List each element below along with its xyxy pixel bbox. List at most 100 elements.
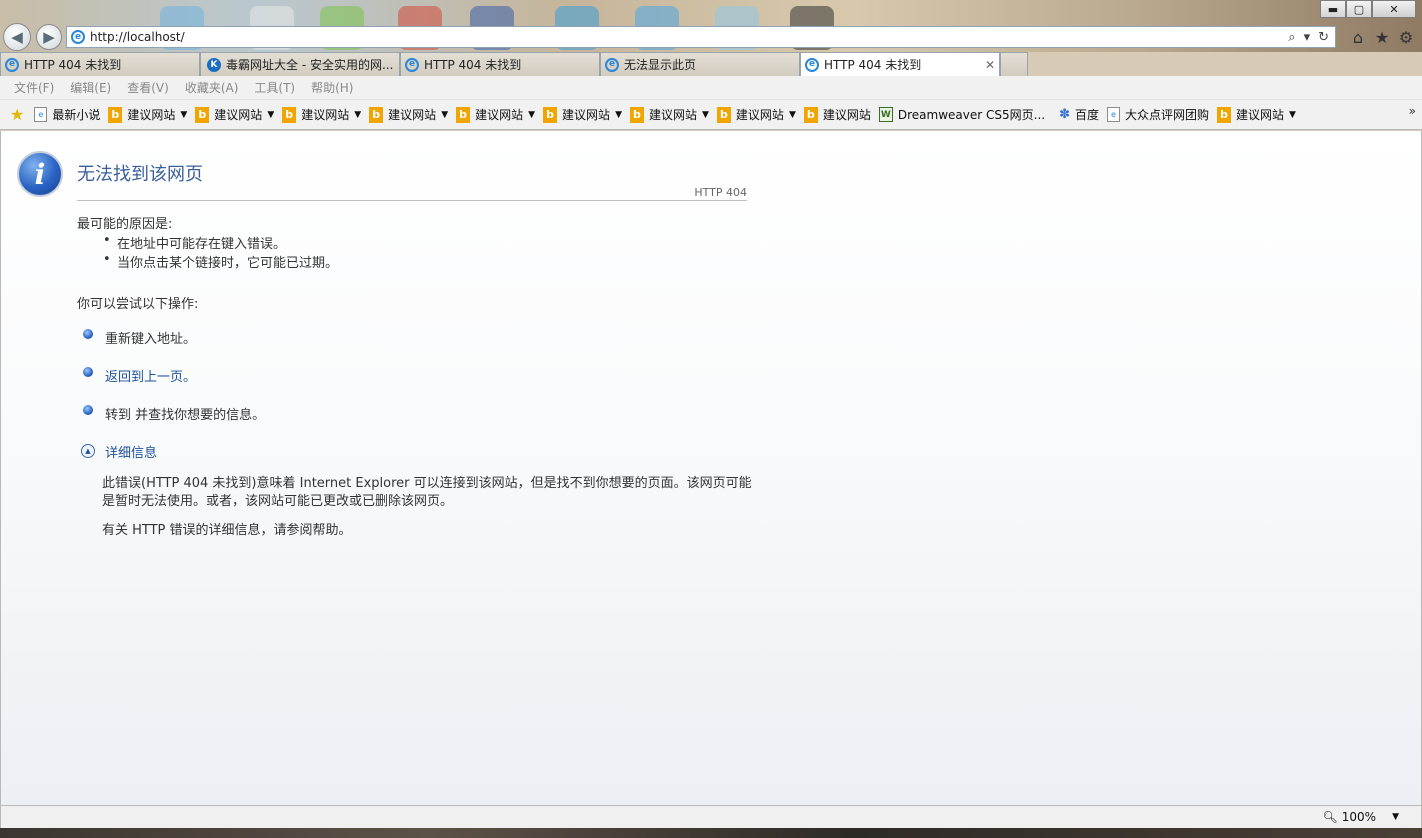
favorite-label: 建议网站 bbox=[214, 108, 263, 122]
tab-item[interactable]: e HTTP 404 未找到 bbox=[400, 52, 600, 76]
tab-label: HTTP 404 未找到 bbox=[424, 58, 522, 72]
favorite-label: 建议网站 bbox=[475, 108, 524, 122]
info-icon: i bbox=[17, 151, 63, 197]
add-favorite-star-icon[interactable]: ★ bbox=[10, 105, 24, 124]
collapse-details-icon[interactable]: ▲ bbox=[81, 444, 95, 458]
favorite-label: 建议网站 bbox=[301, 108, 350, 122]
zoom-control[interactable]: 🔍︎ 100% ▼ bbox=[1323, 810, 1399, 824]
arrow-left-icon: ◀ bbox=[11, 28, 23, 46]
bing-icon: b bbox=[1217, 106, 1232, 123]
menu-file[interactable]: 文件(F) bbox=[14, 79, 54, 96]
cause-item: 在地址中可能存在键入错误。 bbox=[117, 237, 287, 252]
chevron-down-icon[interactable]: ▾ bbox=[1304, 30, 1311, 45]
tab-item-active[interactable]: e HTTP 404 未找到 ✕ bbox=[800, 52, 1000, 76]
favorite-item[interactable]: ✽ 百度 bbox=[1059, 106, 1099, 123]
browser-tools: ⌂ ★ ⚙ bbox=[1350, 28, 1414, 47]
star-icon[interactable]: ★ bbox=[1374, 28, 1390, 47]
bullet-dot-icon bbox=[83, 329, 93, 339]
details-toggle-link[interactable]: 详细信息 bbox=[105, 442, 157, 461]
menu-help[interactable]: 帮助(H) bbox=[311, 79, 353, 96]
tab-item[interactable]: e 无法显示此页 bbox=[600, 52, 800, 76]
tab-item[interactable]: e HTTP 404 未找到 bbox=[0, 52, 200, 76]
zoom-icon: 🔍︎ bbox=[1322, 810, 1338, 824]
favorite-item[interactable]: e 最新小说 bbox=[34, 106, 100, 123]
address-bar[interactable]: e http://localhost/ ⌕ ▾ ↻ bbox=[66, 26, 1336, 48]
favorite-label: 建议网站 bbox=[562, 108, 611, 122]
chevron-down-icon: ▼ bbox=[267, 109, 275, 120]
favorite-item[interactable]: b 建议网站 ▼ bbox=[543, 106, 622, 123]
bing-icon: b bbox=[716, 106, 731, 123]
favorite-label: 建议网站 bbox=[388, 108, 437, 122]
kingsoft-icon: K bbox=[207, 57, 221, 72]
favorite-item[interactable]: b 建议网站 bbox=[803, 106, 871, 123]
chevron-down-icon: ▼ bbox=[528, 109, 536, 120]
page-content: i 无法找到该网页 HTTP 404 最可能的原因是: • 在地址中可能存在键入… bbox=[0, 131, 1422, 805]
title-bar-area: ▬ ▢ ✕ ◀ ▶ e http://localhost/ ⌕ ▾ ↻ ⌂ ★ … bbox=[0, 0, 1422, 52]
favorite-label: Dreamweaver CS5网页... bbox=[897, 108, 1046, 122]
favorite-item[interactable]: b 建议网站 ▼ bbox=[629, 106, 709, 123]
search-icon[interactable]: ⌕ bbox=[1288, 30, 1295, 45]
action-retype-address: 重新键入地址。 bbox=[105, 332, 197, 347]
cause-item: 当你点击某个链接时，它可能已过期。 bbox=[117, 256, 339, 271]
favorite-item[interactable]: e 大众点评网团购 bbox=[1107, 106, 1209, 123]
page-title: 无法找到该网页 bbox=[77, 164, 203, 185]
taskbar bbox=[0, 828, 1422, 838]
chevron-down-icon: ▼ bbox=[788, 109, 796, 120]
favorite-item[interactable]: b 建议网站 ▼ bbox=[369, 106, 448, 123]
favorite-item[interactable]: b 建议网站 ▼ bbox=[282, 106, 361, 123]
favorite-label: 建议网站 bbox=[648, 108, 697, 122]
action-go-to: 转到 并查找你想要的信息。 bbox=[105, 408, 266, 423]
menu-view[interactable]: 查看(V) bbox=[127, 79, 169, 96]
favorite-item[interactable]: b 建议网站 ▼ bbox=[195, 106, 274, 123]
favorite-label: 建议网站 bbox=[127, 108, 176, 122]
favorite-item[interactable]: b 建议网站 ▼ bbox=[716, 106, 796, 123]
home-icon[interactable]: ⌂ bbox=[1350, 28, 1366, 47]
ie-icon: e bbox=[71, 30, 85, 44]
forward-button[interactable]: ▶ bbox=[36, 24, 62, 50]
favorites-overflow-icon[interactable]: » bbox=[1409, 104, 1416, 118]
close-tab-icon[interactable]: ✕ bbox=[985, 58, 995, 72]
maximize-button[interactable]: ▢ bbox=[1346, 0, 1372, 18]
bullet-dot-icon bbox=[83, 367, 93, 377]
bing-icon: b bbox=[803, 106, 818, 123]
favorites-bar: ★ e 最新小说 b 建议网站 ▼ b 建议网站 ▼ b 建议网站 ▼ b 建议… bbox=[0, 100, 1422, 130]
favorite-label: 建议网站 bbox=[735, 108, 784, 122]
http-code-label: HTTP 404 bbox=[694, 186, 747, 199]
ie-icon: e bbox=[805, 57, 819, 72]
favorite-item[interactable]: b 建议网站 ▼ bbox=[1217, 106, 1296, 123]
favorite-item[interactable]: W Dreamweaver CS5网页... bbox=[878, 106, 1046, 123]
ie-icon: e bbox=[405, 57, 419, 72]
zoom-level: 100% bbox=[1341, 810, 1377, 824]
help-text: 有关 HTTP 错误的详细信息，请参阅帮助。 bbox=[102, 523, 352, 538]
address-input[interactable]: http://localhost/ bbox=[90, 30, 1288, 44]
bing-icon: b bbox=[108, 106, 123, 123]
bullet-dot-icon bbox=[83, 405, 93, 415]
favorite-item[interactable]: b 建议网站 ▼ bbox=[456, 106, 535, 123]
bullet-icon: • bbox=[103, 233, 111, 248]
close-window-button[interactable]: ✕ bbox=[1372, 0, 1416, 18]
divider bbox=[77, 200, 747, 201]
chevron-down-icon: ▼ bbox=[1289, 109, 1296, 120]
new-tab-button[interactable] bbox=[1000, 52, 1028, 76]
page-icon: e bbox=[1107, 107, 1120, 122]
minimize-button[interactable]: ▬ bbox=[1320, 0, 1346, 18]
tab-label: 毒霸网址大全 - 安全实用的网... bbox=[226, 58, 394, 72]
page-icon: e bbox=[34, 107, 48, 122]
status-bar: 🔍︎ 100% ▼ bbox=[0, 805, 1422, 828]
causes-heading: 最可能的原因是: bbox=[77, 217, 173, 232]
menu-favorites[interactable]: 收藏夹(A) bbox=[185, 79, 239, 96]
actions-heading: 你可以尝试以下操作: bbox=[77, 297, 199, 312]
chevron-down-icon: ▼ bbox=[354, 109, 362, 120]
go-back-link[interactable]: 返回到上一页。 bbox=[105, 366, 196, 385]
menu-tools[interactable]: 工具(T) bbox=[254, 79, 295, 96]
gear-icon[interactable]: ⚙ bbox=[1398, 28, 1414, 47]
back-button[interactable]: ◀ bbox=[3, 23, 31, 51]
bing-icon: b bbox=[543, 106, 558, 123]
chevron-down-icon: ▼ bbox=[441, 109, 449, 120]
favorite-item[interactable]: b 建议网站 ▼ bbox=[108, 106, 187, 123]
tab-item[interactable]: K 毒霸网址大全 - 安全实用的网... bbox=[200, 52, 400, 76]
bing-icon: b bbox=[456, 106, 471, 123]
menu-edit[interactable]: 编辑(E) bbox=[70, 79, 111, 96]
refresh-icon[interactable]: ↻ bbox=[1318, 30, 1329, 45]
menu-bar: 文件(F) 编辑(E) 查看(V) 收藏夹(A) 工具(T) 帮助(H) bbox=[0, 76, 1422, 100]
